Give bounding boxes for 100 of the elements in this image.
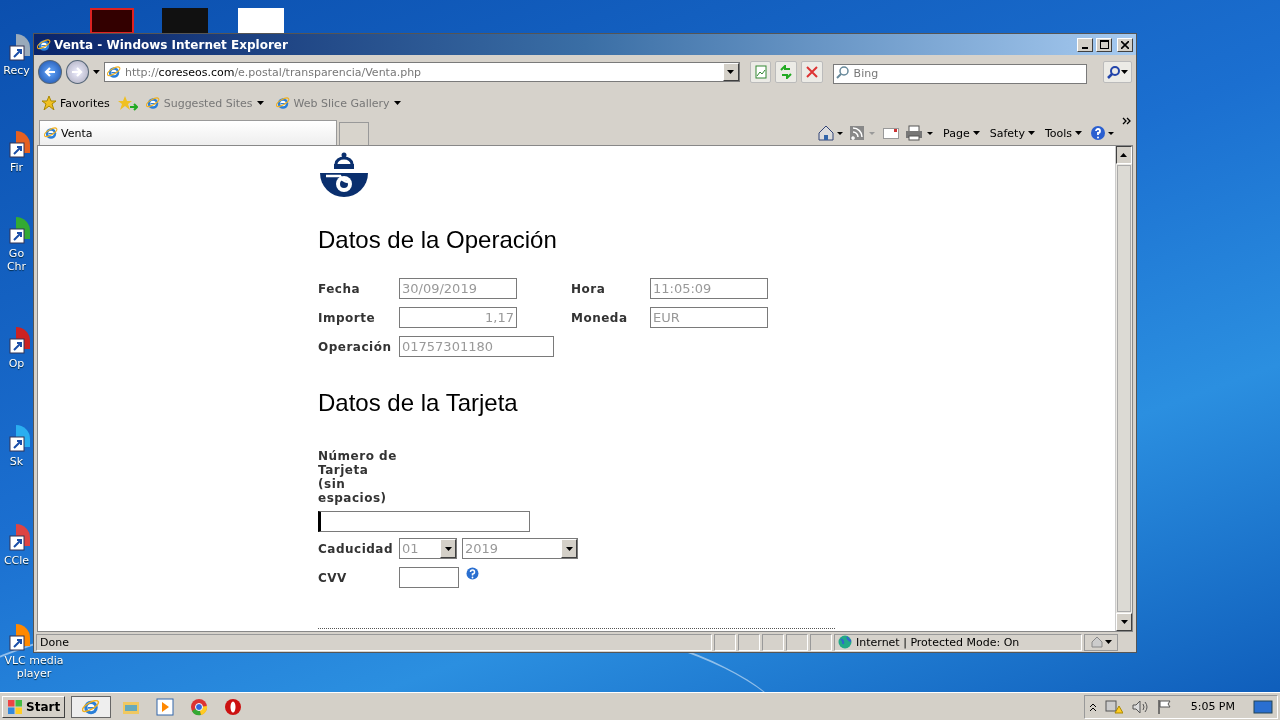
show-desktop-icon[interactable] <box>1253 698 1273 715</box>
status-text: Done <box>36 633 712 651</box>
status-pane <box>714 633 736 651</box>
back-arrow-icon <box>43 66 56 78</box>
refresh-icon <box>779 65 794 79</box>
menu-button[interactable]: Safety <box>987 126 1037 140</box>
chevron-icon[interactable] <box>1088 701 1097 712</box>
caret-icon <box>565 546 573 551</box>
scroll-down-button[interactable] <box>1116 613 1132 631</box>
cvv-field[interactable] <box>399 567 459 588</box>
dropdown-button[interactable] <box>722 63 739 81</box>
e-logo-icon <box>82 697 101 716</box>
zone-status: Internet | Protected Mode: On <box>834 633 1082 651</box>
forward-arrow-icon <box>71 66 84 78</box>
refresh-button[interactable] <box>775 61 798 83</box>
close-icon <box>1121 40 1129 49</box>
minimize-icon <box>1082 46 1088 49</box>
status-pane <box>810 633 832 651</box>
field-label: Hora <box>571 281 607 296</box>
flag-icon[interactable] <box>1156 698 1173 715</box>
document-icon[interactable] <box>238 8 284 34</box>
icon-label: Recy <box>3 64 30 77</box>
home-icon[interactable] <box>817 125 844 141</box>
section-heading: Datos de la Operación <box>318 226 558 254</box>
field-label: Importe <box>318 310 377 325</box>
section-heading: Datos de la Tarjeta <box>318 389 519 417</box>
status-pane <box>762 633 784 651</box>
close-button[interactable] <box>1117 37 1133 52</box>
field-label: Fecha <box>318 281 362 296</box>
app-icon[interactable] <box>90 8 134 34</box>
speaker-icon[interactable] <box>1130 698 1149 715</box>
stop-icon <box>805 66 818 78</box>
chrome-icon <box>190 697 209 716</box>
scroll-up-button[interactable] <box>1116 146 1132 164</box>
caret-icon <box>1075 131 1082 135</box>
maximize-icon <box>1099 40 1109 49</box>
menu-button[interactable]: Tools <box>1042 126 1084 140</box>
url-text: http://coreseos.com/e.postal/transparencia/Venta.php <box>124 65 423 79</box>
play-icon <box>156 697 175 716</box>
status-pane <box>786 633 808 651</box>
windows-logo-icon <box>7 698 23 715</box>
menu-button[interactable]: Page <box>941 126 982 140</box>
caret-icon <box>1027 131 1035 135</box>
icon-label: Sk <box>9 455 24 468</box>
favorites-link[interactable]: Suggested Sites <box>141 96 268 110</box>
e-logo-icon <box>37 37 51 52</box>
print-icon[interactable] <box>905 125 936 141</box>
house-icon <box>1090 636 1103 648</box>
caret-icon <box>1120 70 1128 74</box>
mail-icon[interactable] <box>883 127 900 139</box>
zoom-button[interactable] <box>1084 633 1118 651</box>
caret-icon <box>972 131 980 135</box>
field-label: Moneda <box>571 310 629 325</box>
stop-button[interactable] <box>801 61 823 83</box>
favorites-button[interactable]: Favorites <box>38 96 114 110</box>
page-icon <box>753 65 768 79</box>
icon-label: Go Chr <box>5 247 28 273</box>
maximize-button[interactable] <box>1096 37 1112 52</box>
caret-icon <box>256 101 264 105</box>
card-number-field[interactable] <box>318 511 530 532</box>
search-icon <box>835 65 850 79</box>
status-pane <box>738 633 760 651</box>
caret-icon <box>727 70 735 74</box>
minimize-button[interactable] <box>1077 37 1093 52</box>
favorites-link[interactable]: Web Slice Gallery <box>271 96 405 110</box>
field-label: Número de Tarjeta (sin espacios) <box>318 449 398 505</box>
clock[interactable]: 5:05 PM <box>1190 700 1235 713</box>
forward-button[interactable] <box>65 60 90 84</box>
star-icon <box>42 96 56 110</box>
e-logo-icon <box>275 96 290 110</box>
address-field[interactable]: http://coreseos.com/e.postal/transparencia/Venta.php <box>103 62 740 82</box>
search-icon <box>1106 65 1121 79</box>
start-button[interactable]: Start <box>2 695 66 718</box>
app-icon[interactable] <box>162 8 208 34</box>
field-label: Caducidad <box>318 541 395 556</box>
caret-icon <box>393 101 401 105</box>
e-logo-icon <box>106 65 121 79</box>
icon-label: Fir <box>9 161 24 174</box>
browser-tab[interactable]: Venta <box>39 120 337 145</box>
e-logo-icon <box>145 96 160 110</box>
back-button[interactable] <box>38 60 62 84</box>
icon-label: VLC media player <box>4 654 64 680</box>
window-title: Venta - Windows Internet Explorer <box>54 37 289 52</box>
globe-icon <box>838 635 852 649</box>
icon-label: CCle <box>3 554 30 567</box>
search-field[interactable]: Bing <box>832 63 1087 84</box>
caret-icon <box>93 70 100 74</box>
help-icon[interactable] <box>466 567 479 580</box>
chevron-icon[interactable] <box>1122 117 1132 127</box>
icon-label: Op <box>8 357 25 370</box>
opera-icon <box>224 697 243 716</box>
caret-icon <box>1120 153 1128 157</box>
caret-icon <box>444 546 452 551</box>
help-icon[interactable] <box>1090 125 1116 141</box>
field-label: Operación <box>318 339 393 354</box>
feed-icon[interactable] <box>849 125 878 141</box>
field-label: CVV <box>318 570 348 585</box>
taskbar-button[interactable] <box>71 695 112 718</box>
search-button[interactable] <box>1102 61 1132 83</box>
scrollbar-thumb[interactable] <box>1117 165 1131 612</box>
